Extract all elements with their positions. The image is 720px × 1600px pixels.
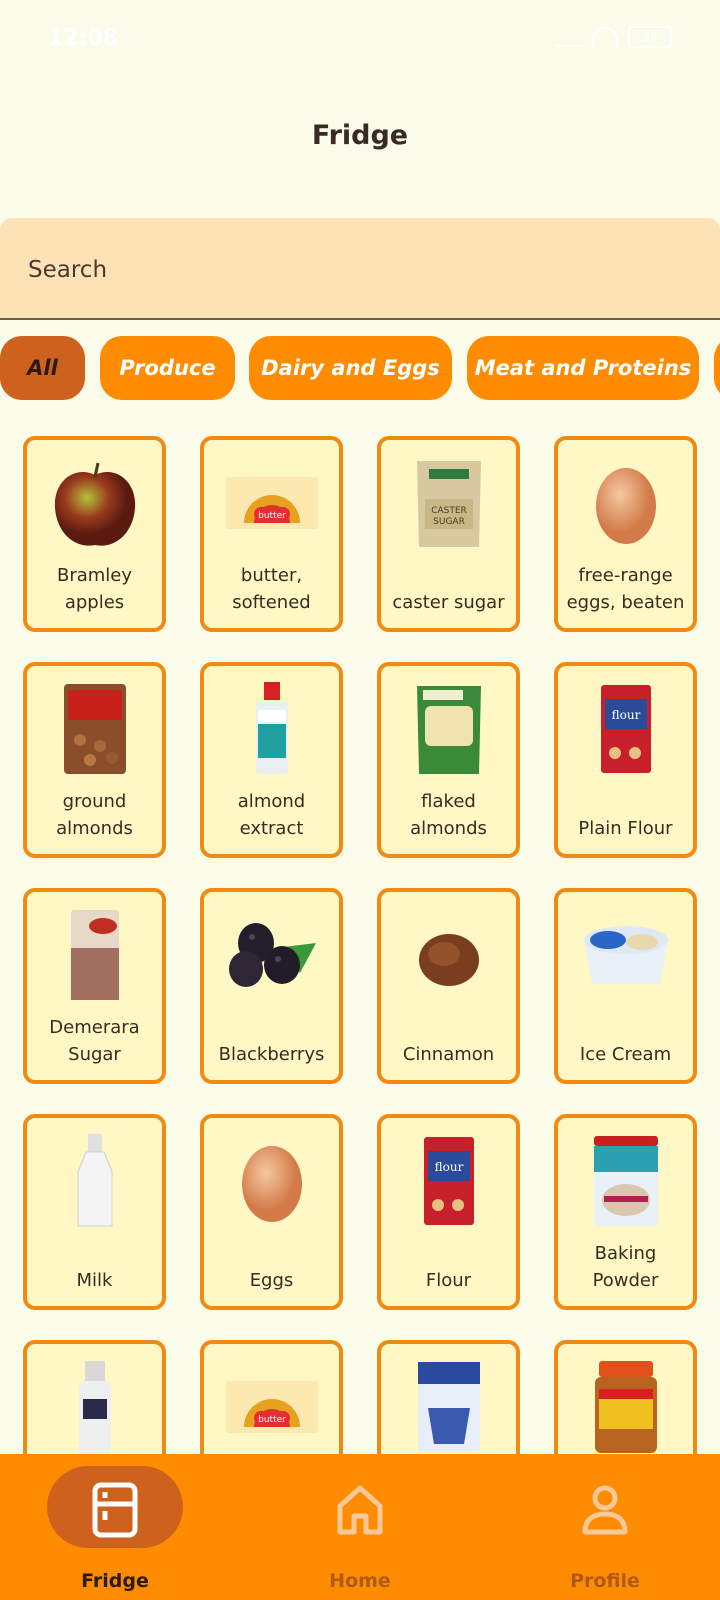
chip-dairy-and-eggs[interactable]: Dairy and Eggs <box>249 336 452 400</box>
egg-icon <box>204 1128 339 1233</box>
item-card[interactable]: Bramley apples <box>23 436 166 632</box>
item-card[interactable]: Cinnamon <box>377 888 520 1084</box>
item-label: Ice Cream <box>579 1044 672 1065</box>
chip-label: Meat and Proteins <box>474 356 692 380</box>
item-label: butter, softened <box>232 565 311 613</box>
granulated-sugar-bag-icon <box>381 1354 516 1454</box>
search-input[interactable] <box>28 250 628 290</box>
ingredient-grid: Bramley apples butter butter, softened C… <box>0 436 720 1454</box>
salt-grinder-icon <box>27 1354 162 1454</box>
item-label: caster sugar <box>392 592 505 613</box>
item-card[interactable]: flaked almonds <box>377 662 520 858</box>
item-card[interactable] <box>23 1340 166 1454</box>
apple-icon <box>27 450 162 555</box>
item-card[interactable]: flour Plain Flour <box>554 662 697 858</box>
item-label: Cinnamon <box>402 1044 495 1065</box>
peanut-butter-jar-icon <box>558 1354 693 1454</box>
item-card[interactable]: butter <box>200 1340 343 1454</box>
item-label: Plain Flour <box>578 818 673 839</box>
almond-bag-icon <box>27 676 162 781</box>
egg-icon <box>558 450 693 555</box>
nav-label: Home <box>329 1570 391 1592</box>
butter-icon: butter <box>204 450 339 555</box>
item-card[interactable]: free-range eggs, beaten <box>554 436 697 632</box>
item-label: ground almonds <box>56 791 133 839</box>
item-label: Demerara Sugar <box>49 1017 140 1065</box>
battery-icon: 39 <box>628 26 672 48</box>
chip-label: Produce <box>119 356 216 380</box>
flaked-almond-bag-icon <box>381 676 516 781</box>
profile-icon <box>581 1484 629 1540</box>
item-card[interactable]: flour Flour <box>377 1114 520 1310</box>
home-icon <box>336 1484 384 1540</box>
item-card[interactable]: Ice Cream <box>554 888 697 1084</box>
chip-more[interactable] <box>714 336 720 400</box>
item-card[interactable]: Milk <box>23 1114 166 1310</box>
nav-item-home[interactable]: Home <box>290 1466 430 1596</box>
status-time: 12:08 <box>48 26 119 51</box>
nav-item-fridge[interactable]: Fridge <box>45 1466 185 1596</box>
item-label: almond extract <box>237 791 306 839</box>
svg-text:flour: flour <box>434 1160 463 1174</box>
sugar-bag-icon: CASTER SUGAR <box>381 450 516 555</box>
item-label: Blackberrys <box>218 1044 325 1065</box>
status-icons: 39 <box>556 26 672 48</box>
flour-bag-icon: flour <box>381 1128 516 1233</box>
milk-bottle-icon <box>27 1128 162 1233</box>
bottom-nav: Fridge Home Profile <box>0 1454 720 1600</box>
item-card[interactable] <box>377 1340 520 1454</box>
item-label: Milk <box>76 1270 113 1291</box>
chip-meat-and-proteins[interactable]: Meat and Proteins <box>467 336 699 400</box>
nav-label: Fridge <box>81 1570 149 1592</box>
item-card[interactable]: Baking Powder <box>554 1114 697 1310</box>
fridge-icon <box>91 1482 139 1542</box>
signal-icon <box>556 27 582 47</box>
item-card[interactable] <box>554 1340 697 1454</box>
extract-bottle-icon <box>204 676 339 781</box>
nav-label: Profile <box>570 1570 640 1592</box>
item-card[interactable]: ground almonds <box>23 662 166 858</box>
flour-bag-icon: flour <box>558 676 693 781</box>
item-label: Baking Powder <box>592 1243 659 1291</box>
search-box[interactable] <box>0 218 720 320</box>
item-card[interactable]: Eggs <box>200 1114 343 1310</box>
item-card[interactable]: Demerara Sugar <box>23 888 166 1084</box>
butter-icon: butter <box>204 1354 339 1454</box>
item-card[interactable]: butter butter, softened <box>200 436 343 632</box>
chip-produce[interactable]: Produce <box>100 336 235 400</box>
ice-cream-tub-icon <box>558 902 693 1007</box>
svg-text:CASTER: CASTER <box>431 506 467 516</box>
wifi-icon <box>592 27 618 47</box>
item-label: Bramley apples <box>56 565 133 613</box>
status-bar: 12:08 39 <box>0 0 720 80</box>
nav-item-profile[interactable]: Profile <box>535 1466 675 1596</box>
chip-label: All <box>27 356 58 380</box>
chip-label: Dairy and Eggs <box>261 356 440 380</box>
svg-text:flour: flour <box>611 708 640 722</box>
demerara-bag-icon <box>27 902 162 1007</box>
item-label: Eggs <box>249 1270 294 1291</box>
page-title: Fridge <box>311 120 409 151</box>
item-card[interactable]: CASTER SUGAR caster sugar <box>377 436 520 632</box>
category-chips: All Produce Dairy and Eggs Meat and Prot… <box>0 336 720 400</box>
item-label: flaked almonds <box>410 791 487 839</box>
baking-powder-tin-icon <box>558 1128 693 1233</box>
item-label: Flour <box>425 1270 472 1291</box>
svg-text:butter: butter <box>258 1415 286 1425</box>
blackberry-icon <box>204 902 339 1007</box>
chip-all[interactable]: All <box>0 336 85 400</box>
svg-text:butter: butter <box>258 511 286 521</box>
item-card[interactable]: Blackberrys <box>200 888 343 1084</box>
svg-text:SUGAR: SUGAR <box>433 517 465 527</box>
item-label: free-range eggs, beaten <box>566 565 685 613</box>
cinnamon-powder-icon <box>381 902 516 1007</box>
item-card[interactable]: almond extract <box>200 662 343 858</box>
